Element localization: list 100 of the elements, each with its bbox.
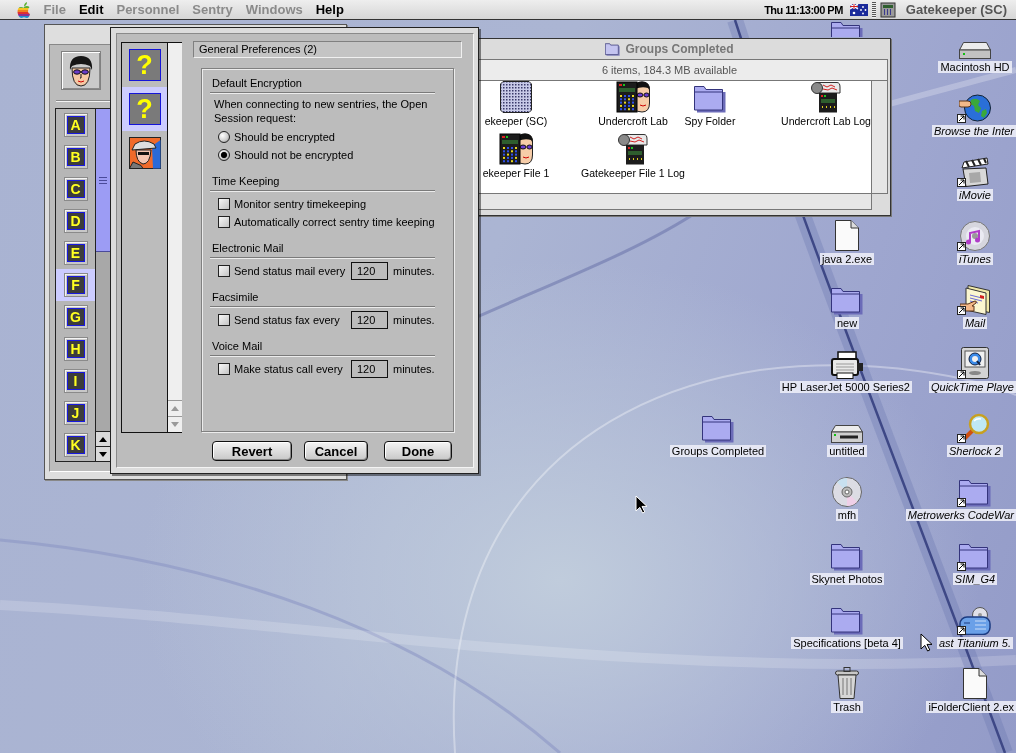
radio-button[interactable]	[218, 131, 230, 143]
printer-icon[interactable]	[830, 351, 864, 379]
letter-button[interactable]: J	[56, 397, 95, 429]
checkbox-label: Monitor sentry timekeeping	[234, 198, 367, 210]
checkbox[interactable]	[218, 363, 230, 375]
checkbox-label: Make status call every	[234, 363, 344, 375]
dialog-button[interactable]: Revert	[212, 441, 292, 461]
menu-item[interactable]: Help	[309, 0, 351, 19]
folder-icon	[605, 42, 621, 56]
drive-icon[interactable]	[831, 425, 863, 443]
letter-button[interactable]: K	[56, 429, 95, 461]
checkbox[interactable]	[218, 314, 230, 326]
avatar-button[interactable]	[61, 51, 101, 90]
file-name: ekeeper (SC)	[484, 115, 548, 127]
checkbox-label: Automatically correct sentry time keeping	[234, 216, 435, 228]
file-name: Macintosh HD	[938, 61, 1012, 73]
section-heading: Time Keeping	[211, 175, 280, 188]
hard-drive-icon[interactable]	[959, 42, 991, 59]
number-field[interactable]: 120	[351, 311, 388, 329]
file-name: HP LaserJet 5000 Series2	[779, 381, 912, 393]
music-cd-icon[interactable]	[960, 221, 990, 251]
scroll-thumb[interactable]	[96, 109, 110, 252]
folder-icon[interactable]	[959, 543, 991, 571]
file-name: Sherlock 2	[947, 445, 1003, 457]
checkbox[interactable]	[218, 198, 230, 210]
alias-arrow-icon	[957, 562, 966, 571]
letter-button[interactable]: F	[56, 269, 95, 301]
number-field[interactable]: 120	[351, 360, 388, 378]
file-name: iFolderClient 2.ex	[926, 701, 1016, 713]
category-button[interactable]: ?	[122, 87, 167, 131]
down-arrow-icon	[171, 422, 179, 427]
section-heading: Electronic Mail	[211, 242, 284, 255]
folder-icon[interactable]	[959, 479, 991, 507]
checkbox-label: Send status mail every	[234, 265, 347, 277]
letter-button[interactable]: B	[56, 141, 95, 173]
scroll-device-icon[interactable]	[811, 81, 841, 113]
app-icon[interactable]	[879, 1, 896, 18]
number-field[interactable]: 120	[351, 262, 388, 280]
file-name: new	[834, 317, 860, 329]
radio-button[interactable]	[218, 149, 230, 161]
file-name: ekeeper File 1	[482, 167, 550, 179]
folder-icon[interactable]	[694, 85, 726, 113]
file-name: Mail	[962, 317, 988, 329]
file-name: QuickTime Playe	[928, 381, 1016, 393]
file-name: Trash	[831, 701, 863, 713]
scrollbar[interactable]	[872, 81, 888, 194]
letter-button[interactable]: E	[56, 237, 95, 269]
unit-label: minutes.	[393, 265, 435, 277]
flag-icon[interactable]	[849, 3, 868, 16]
pointer-icon	[635, 495, 647, 514]
grip-lines-icon	[99, 176, 107, 184]
description-text: When connecting to new sentries, the Open Session request:	[214, 98, 429, 125]
section-heading: Voice Mail	[211, 340, 263, 353]
down-arrow-icon	[99, 451, 107, 457]
checkbox[interactable]	[218, 216, 230, 228]
scroll-down-button[interactable]	[96, 446, 110, 461]
letter-button[interactable]: H	[56, 333, 95, 365]
alias-arrow-icon	[957, 498, 966, 507]
dialog-button[interactable]: Cancel	[304, 441, 368, 461]
section-heading: Default Encryption	[211, 77, 302, 90]
checkbox[interactable]	[218, 265, 230, 277]
dialog-button[interactable]: Done	[384, 441, 452, 461]
media-player-icon[interactable]	[961, 347, 989, 379]
radio-label: Should not be encrypted	[234, 149, 354, 161]
file-name: Groups Completed	[669, 445, 767, 457]
alias-arrow-icon	[957, 178, 966, 187]
file-name: Undercroft Lab Log	[781, 115, 871, 127]
letter-icon[interactable]	[960, 285, 990, 315]
checkbox-label: Send status fax every	[234, 314, 341, 326]
disk-image-icon[interactable]	[500, 81, 532, 113]
document-icon[interactable]	[835, 220, 859, 251]
unit-label: minutes.	[393, 363, 435, 375]
letter-button[interactable]: C	[56, 173, 95, 205]
file-name: ast Titanium 5.	[936, 637, 1013, 649]
cd-icon[interactable]	[832, 477, 862, 507]
apple-icon[interactable]	[17, 1, 31, 18]
document-icon[interactable]	[963, 668, 987, 699]
file-name: Metrowerks CodeWar	[905, 509, 1016, 521]
file-name: Gatekeeper File 1 Log	[581, 167, 685, 179]
toaster-icon[interactable]	[959, 607, 991, 635]
file-name: Spy Folder	[684, 115, 736, 127]
file-name: Undercroft Lab	[598, 115, 668, 127]
keypad-device-icon[interactable]	[499, 133, 533, 165]
letter-button[interactable]: G	[56, 301, 95, 333]
trash-icon[interactable]	[835, 667, 859, 699]
scrollbar[interactable]	[95, 109, 110, 461]
radio-label: Should be encrypted	[234, 131, 335, 143]
clapperboard-icon[interactable]	[960, 157, 990, 187]
up-arrow-icon	[171, 406, 179, 411]
letter-button[interactable]: A	[56, 109, 95, 141]
letter-button[interactable]: I	[56, 365, 95, 397]
letter-button[interactable]: D	[56, 205, 95, 237]
menu-item[interactable]: Edit	[72, 0, 110, 19]
globe-icon[interactable]	[959, 93, 991, 123]
alias-arrow-icon	[957, 370, 966, 379]
scroll-device-icon[interactable]	[618, 133, 648, 165]
keypad-device-icon[interactable]	[616, 81, 650, 113]
app-menu[interactable]: Gatekeeper (SC)	[879, 1, 1007, 18]
spy-icon	[128, 137, 161, 169]
scroll-up-button[interactable]	[96, 431, 110, 446]
